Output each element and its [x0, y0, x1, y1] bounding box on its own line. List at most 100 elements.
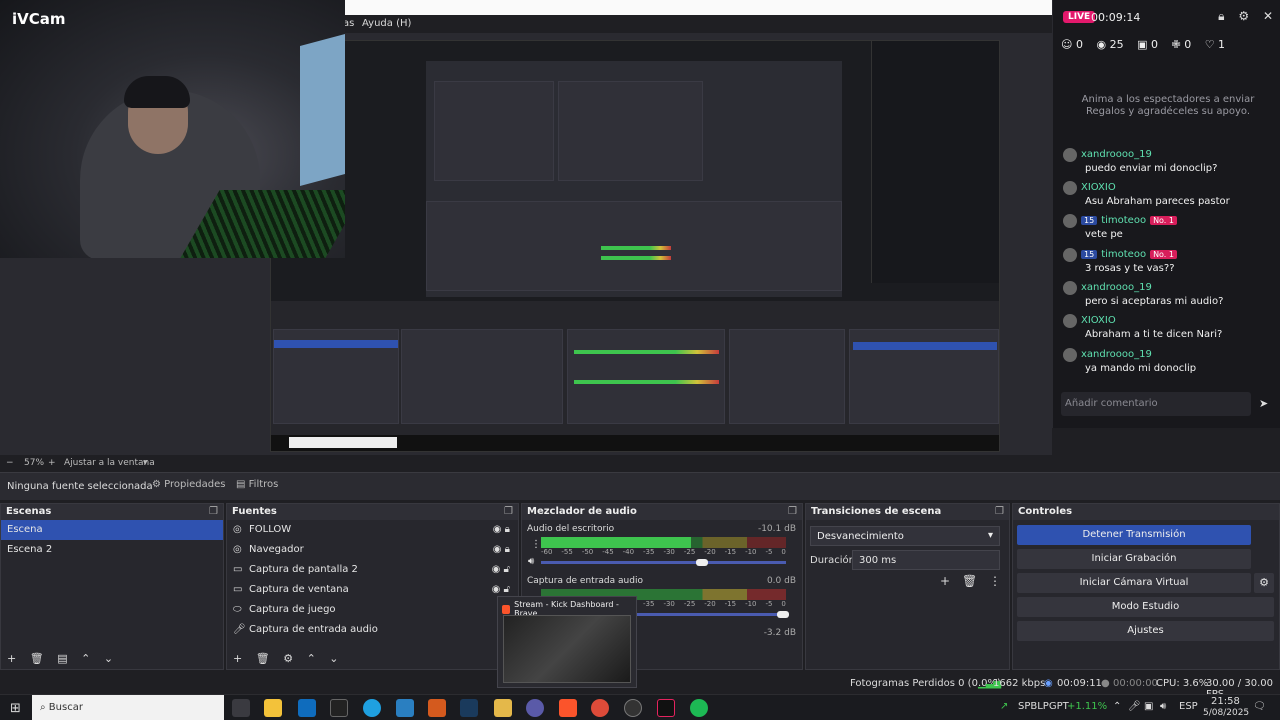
- send-icon[interactable]: ➤: [1259, 397, 1268, 410]
- tray-chevron-icon[interactable]: ⌃: [1113, 701, 1121, 712]
- speaker-icon[interactable]: 🔊︎: [528, 556, 534, 567]
- nested-mixer: [567, 329, 725, 424]
- avatar[interactable]: [1063, 247, 1077, 262]
- chevron-up-icon[interactable]: ⌃: [81, 652, 90, 665]
- edge-icon[interactable]: [363, 699, 381, 717]
- app-icon[interactable]: [330, 699, 348, 717]
- comment-input[interactable]: Añadir comentario: [1061, 392, 1251, 416]
- folder-icon[interactable]: [494, 699, 512, 717]
- eye-icon: ◉ 25: [1096, 38, 1124, 51]
- chat-username[interactable]: xandroooo_19: [1081, 282, 1152, 293]
- zoom-out-icon[interactable]: −: [6, 458, 14, 468]
- volume-knob[interactable]: [696, 559, 708, 566]
- add-icon[interactable]: +: [7, 652, 16, 665]
- language-indicator[interactable]: ESP: [1179, 701, 1198, 712]
- scene-item[interactable]: Escena: [1, 520, 223, 540]
- chat-header-icons: 🔒︎ ⚙ ✕: [1208, 9, 1273, 24]
- start-recording-button[interactable]: Iniciar Grabación: [1017, 549, 1251, 569]
- windows-start-icon[interactable]: ⊞: [10, 701, 21, 716]
- task-view-icon[interactable]: [232, 699, 250, 717]
- visibility-lock-icons: ◉ 🔒︎: [492, 544, 510, 555]
- avatar[interactable]: [1063, 313, 1077, 328]
- app-icon[interactable]: [526, 699, 544, 717]
- chevron-up-icon[interactable]: ⌃: [307, 652, 316, 665]
- source-item[interactable]: ▭ Captura de ventana ◉ 🔓︎: [227, 580, 518, 600]
- settings-button[interactable]: Ajustes: [1017, 621, 1274, 641]
- chrome-icon[interactable]: [591, 699, 609, 717]
- clock-date[interactable]: 5/08/2025: [1203, 708, 1249, 718]
- nested-panel: [434, 81, 554, 181]
- duration-input[interactable]: 300 ms: [852, 550, 1000, 570]
- zoom-fit[interactable]: Ajustar a la ventana: [64, 458, 155, 468]
- volume-slider[interactable]: [541, 561, 786, 564]
- add-icon[interactable]: +: [233, 652, 242, 665]
- trash-icon[interactable]: 🗑︎: [962, 574, 977, 588]
- spotify-icon[interactable]: [690, 699, 708, 717]
- chevron-down-icon[interactable]: ⌄: [104, 652, 113, 665]
- obs-icon[interactable]: [624, 699, 642, 717]
- chat-message: XIOXIO Asu Abraham pareces pastor: [1063, 180, 1277, 207]
- start-virtual-camera-button[interactable]: Iniciar Cámara Virtual: [1017, 573, 1251, 593]
- chat-username[interactable]: timoteoo: [1101, 249, 1146, 260]
- chat-username[interactable]: xandroooo_19: [1081, 349, 1152, 360]
- volume-knob[interactable]: [777, 611, 789, 618]
- store-icon[interactable]: [264, 699, 282, 717]
- avatar[interactable]: [1063, 147, 1077, 162]
- avatar[interactable]: [1063, 280, 1077, 295]
- gear-icon[interactable]: ⚙: [283, 652, 293, 665]
- filters-button[interactable]: ▤ Filtros: [236, 479, 278, 490]
- nested-transitions: [729, 329, 845, 424]
- app-icon[interactable]: [396, 699, 414, 717]
- visibility-lock-icons: ◉ 🔓︎: [491, 564, 510, 575]
- gear-icon[interactable]: ⚙: [1238, 9, 1249, 23]
- kebab-icon[interactable]: ⋮: [989, 574, 1001, 588]
- source-item[interactable]: 🎤︎Captura de entrada audio◉: [227, 620, 518, 640]
- scene-item[interactable]: Escena 2: [1, 540, 223, 560]
- meter-tick: -5: [765, 600, 773, 608]
- menu-item-help[interactable]: Ayuda (H): [362, 18, 411, 29]
- chevron-down-icon[interactable]: ⌄: [329, 652, 338, 665]
- trash-icon[interactable]: 🗑︎: [30, 652, 44, 665]
- avatar[interactable]: [1063, 347, 1077, 362]
- filter-icon[interactable]: ▤: [57, 652, 67, 665]
- zoom-in-icon[interactable]: +: [48, 458, 56, 468]
- source-item[interactable]: ▭ Captura de pantalla 2 ◉ 🔓︎: [227, 560, 518, 580]
- studio-mode-button[interactable]: Modo Estudio: [1017, 597, 1274, 617]
- chat-username[interactable]: XIOXIO: [1081, 182, 1116, 193]
- taskbar-thumbnail[interactable]: Stream - Kick Dashboard - Brave: [497, 596, 637, 688]
- brave-icon[interactable]: [559, 699, 577, 717]
- lock-icon[interactable]: 🔒︎: [1218, 9, 1224, 23]
- close-icon[interactable]: ✕: [1263, 9, 1273, 23]
- avatar[interactable]: [1063, 180, 1077, 195]
- mixer-channel-name: Captura de entrada audio: [527, 576, 643, 586]
- chat-username[interactable]: timoteoo: [1101, 215, 1146, 226]
- stock-ticker[interactable]: SPBLPGPT: [1018, 701, 1069, 712]
- add-icon[interactable]: +: [940, 574, 950, 588]
- transition-select[interactable]: Desvanecimiento ▾: [810, 526, 1000, 546]
- notification-icon[interactable]: 🗨︎: [1253, 701, 1266, 712]
- gear-icon[interactable]: ⚙: [1254, 573, 1274, 593]
- source-item[interactable]: ◎ FOLLOW ◉ 🔒︎: [227, 520, 518, 540]
- tiktok-icon[interactable]: [657, 699, 675, 717]
- chat-username[interactable]: xandroooo_19: [1081, 149, 1152, 160]
- kebab-icon[interactable]: ⋮: [531, 539, 541, 550]
- chevron-down-icon[interactable]: ▾: [143, 458, 148, 468]
- steam-icon[interactable]: [460, 699, 478, 717]
- clock-time[interactable]: 21:58: [1211, 696, 1240, 707]
- source-item[interactable]: ⬭Captura de juego◉: [227, 600, 518, 620]
- trash-icon[interactable]: 🗑︎: [256, 652, 270, 665]
- volume-icon[interactable]: 🔊︎: [1160, 701, 1166, 712]
- chat-message: 15 timoteoo No. 1 vete pe: [1063, 213, 1277, 240]
- app-icon[interactable]: [428, 699, 446, 717]
- network-icon[interactable]: ▣: [1144, 701, 1153, 712]
- source-item[interactable]: ◎ Navegador ◉ 🔒︎: [227, 540, 518, 560]
- microphone-icon[interactable]: 🎤︎: [1128, 701, 1141, 712]
- chat-username[interactable]: XIOXIO: [1081, 315, 1116, 326]
- preview-canvas[interactable]: iVCam: [0, 0, 1052, 455]
- sources-dock: Fuentes ❐ ◎ FOLLOW ◉ 🔒︎ ◎ Navegador ◉ 🔒︎ ▭ Cap…: [226, 503, 519, 670]
- outlook-icon[interactable]: [298, 699, 316, 717]
- avatar[interactable]: [1063, 213, 1077, 228]
- properties-button[interactable]: ⚙ Propiedades: [152, 479, 225, 490]
- taskbar-search[interactable]: ⌕︎ Buscar: [32, 695, 224, 720]
- stop-stream-button[interactable]: Detener Transmisión: [1017, 525, 1251, 545]
